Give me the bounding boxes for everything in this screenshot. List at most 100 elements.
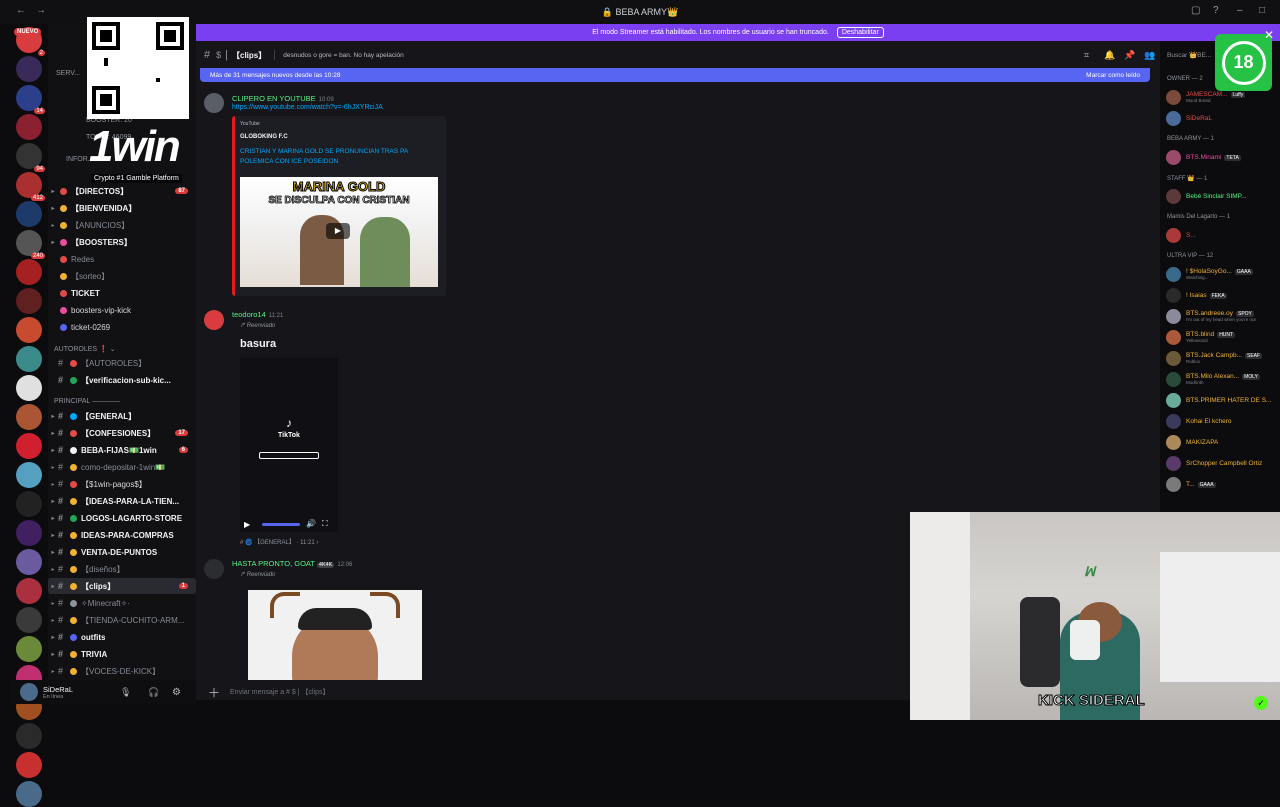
server-icon[interactable] <box>16 288 42 314</box>
category-principal[interactable]: PRINCIPAL ———— <box>54 398 120 405</box>
minimize-icon[interactable]: – <box>1237 5 1243 16</box>
gear-icon[interactable]: ⚙ <box>172 687 181 698</box>
channel-item[interactable]: ▸ # ✧Minecraft✧· <box>48 595 196 611</box>
channel-item[interactable]: ▸ # TRIVIA <box>48 646 196 662</box>
server-icon[interactable]: 14 <box>16 85 45 114</box>
channel-bienvenida[interactable]: ▸ 【BIENVENIDA】 <box>48 200 196 216</box>
channel-item[interactable]: ▸ # 【CONFESIONES】 17 <box>48 425 196 441</box>
channel-item[interactable]: ▸ # 【$1win-pagos$】 <box>48 476 196 492</box>
channel-item[interactable]: ▸ # como-depositar-1win💵 <box>48 459 196 475</box>
channel-item[interactable]: ▸ # 【VOCES-DE-KICK】 <box>48 663 196 679</box>
server-icon[interactable] <box>16 752 42 778</box>
video-thumbnail[interactable]: MARINA GOLD SE DISCULPA CON CRISTIAN ▶ <box>240 177 438 287</box>
member-row[interactable]: BTS.Jack Campb... SEAF Roblox <box>1166 349 1280 367</box>
server-icon[interactable] <box>16 520 42 546</box>
disable-streamer-button[interactable]: Deshabilitar <box>836 27 884 38</box>
microphone-icon[interactable]: 🎙 <box>120 687 131 698</box>
bell-icon[interactable]: 🔔 <box>1104 50 1115 61</box>
member-row[interactable]: ! Isaias FEKA <box>1166 286 1280 304</box>
channel-item[interactable]: ▸ # 【IDEAS-PARA-LA-TIEN... <box>48 493 196 509</box>
channel-verificacion[interactable]: # 【verificacion-sub-kic... <box>48 372 196 388</box>
channel-item[interactable]: ▸ # BEBA-FIJAS💵1win 6 <box>48 442 196 458</box>
forward-arrow-icon[interactable]: → <box>36 5 46 16</box>
message-author[interactable]: CLIPERO EN YOUTUBE 10:09 <box>232 94 334 103</box>
channel-redes[interactable]: Redes <box>48 251 196 267</box>
member-row[interactable]: BTS.blind HUNT Yellowcard <box>1166 328 1280 346</box>
member-row[interactable]: Bebé Sinclair SIMP... <box>1166 187 1280 205</box>
help-icon[interactable]: ? <box>1213 5 1219 16</box>
youtube-link[interactable]: https://www.youtube.com/watch?v=-6hJXYRc… <box>232 104 383 111</box>
headset-icon[interactable]: 🎧 <box>148 687 159 698</box>
channel-item[interactable]: ▸ # 【clips】 1 <box>48 578 196 594</box>
member-row[interactable]: BTS.PRIMER HATER DE S... <box>1166 391 1280 409</box>
avatar[interactable] <box>204 559 224 579</box>
server-icon[interactable] <box>16 781 42 807</box>
member-row[interactable]: ! $HolaSoyGo... GAAA Watching... <box>1166 265 1280 283</box>
search-input[interactable]: Buscar 👑BE... <box>1167 51 1211 59</box>
pin-icon[interactable]: 📌 <box>1124 50 1135 61</box>
server-icon[interactable] <box>16 549 42 575</box>
close-icon[interactable]: ✕ <box>1264 28 1274 42</box>
server-icon[interactable] <box>16 375 42 401</box>
back-arrow-icon[interactable]: ← <box>16 5 26 16</box>
channel-ticket-0269[interactable]: ticket-0269 <box>48 319 196 335</box>
channel-directos[interactable]: ▸ 【DIRECTOS】 87 <box>48 183 196 199</box>
message-input[interactable]: ＋ Enviar mensaje a # $ | 【clips】 <box>200 682 905 702</box>
message-author[interactable]: teodoro14 11:21 <box>232 310 283 319</box>
channel-item[interactable]: ▸ # 【diseños】 <box>48 561 196 577</box>
channel-item[interactable]: ▸ # 【GENERAL】 <box>48 408 196 424</box>
threads-icon[interactable]: ⌗ <box>1084 50 1089 61</box>
server-icon[interactable] <box>16 491 42 517</box>
channel-sorteo[interactable]: 【sorteo】 <box>48 268 196 284</box>
channel-item[interactable]: ▸ # 【TIENDA-CUCHITO-ARM... <box>48 612 196 628</box>
members-icon[interactable]: 👥 <box>1144 50 1155 61</box>
member-row[interactable]: BTS.andreee.oy SPOY I'm out of my head whe… <box>1166 307 1280 325</box>
server-icon[interactable]: 94 <box>16 143 45 172</box>
volume-icon[interactable]: 🔊 <box>306 519 316 528</box>
channel-ticket[interactable]: TICKET <box>48 285 196 301</box>
play-icon[interactable]: ▶ <box>244 520 250 529</box>
embed-author[interactable]: GLOBOKING F.C <box>240 134 288 140</box>
channel-autoroles[interactable]: # 【AUTOROLES】 <box>48 355 196 371</box>
server-icon[interactable] <box>16 578 42 604</box>
server-icon[interactable] <box>16 462 42 488</box>
avatar[interactable] <box>20 683 38 701</box>
play-icon[interactable]: ▶ <box>326 223 350 239</box>
member-row[interactable]: MAKIZAPA <box>1166 433 1280 451</box>
server-icon[interactable] <box>16 346 42 372</box>
progress-bar[interactable] <box>262 523 300 526</box>
member-row[interactable]: SrChopper Campbell Ortiz <box>1166 454 1280 472</box>
message-author[interactable]: HASTA PRONTO, GOAT 4K4K 12:06 <box>232 559 352 568</box>
member-row[interactable]: S... <box>1166 226 1280 244</box>
server-icon[interactable] <box>16 607 42 633</box>
member-row[interactable]: T... GAAA <box>1166 475 1280 493</box>
channel-item[interactable]: ▸ # VENTA-DE-PUNTOS <box>48 544 196 560</box>
maximize-icon[interactable]: □ <box>1259 5 1265 16</box>
server-icon[interactable]: 240 <box>16 230 45 259</box>
server-icon[interactable] <box>16 723 42 749</box>
member-row[interactable]: Kohai El kchero <box>1166 412 1280 430</box>
member-row[interactable]: BTS.Milo Alexan... MOLY Modrinth <box>1166 370 1280 388</box>
avatar[interactable] <box>204 93 224 113</box>
new-messages-bar[interactable]: Más de 31 mensajes nuevos desde las 10:2… <box>200 68 1150 82</box>
tiktok-video[interactable]: ♪ TikTok ▶ 🔊 ⛶ <box>240 358 338 532</box>
category-autoroles[interactable]: AUTOROLES ❗ ⌄ <box>54 345 116 353</box>
mark-read-button[interactable]: Marcar como leído <box>1086 72 1140 79</box>
server-icon[interactable] <box>16 317 42 343</box>
server-icon[interactable]: 412 <box>16 172 45 201</box>
server-icon[interactable] <box>16 404 42 430</box>
add-attachment-icon[interactable]: ＋ <box>208 684 220 701</box>
channel-item[interactable]: ▸ # outfits <box>48 629 196 645</box>
channel-anuncios[interactable]: ▸ 【ANUNCIOS】 <box>48 217 196 233</box>
channel-boosters-vip-kick[interactable]: boosters-vip-kick <box>48 302 196 318</box>
member-row[interactable]: SiDeRaL <box>1166 109 1280 127</box>
forward-source[interactable]: # 🌀 【GENERAL】 · 11:21 › <box>240 537 318 546</box>
avatar[interactable] <box>204 310 224 330</box>
server-icon[interactable] <box>16 433 42 459</box>
server-icon[interactable] <box>16 114 42 140</box>
server-icon[interactable] <box>16 56 42 82</box>
channel-item[interactable]: ▸ # LOGOS-LAGARTO-STORE <box>48 510 196 526</box>
inbox-icon[interactable]: ▢ <box>1191 5 1200 16</box>
channel-item[interactable]: ▸ # IDEAS-PARA-COMPRAS <box>48 527 196 543</box>
member-row[interactable]: BTS.Minami TETA <box>1166 148 1280 166</box>
